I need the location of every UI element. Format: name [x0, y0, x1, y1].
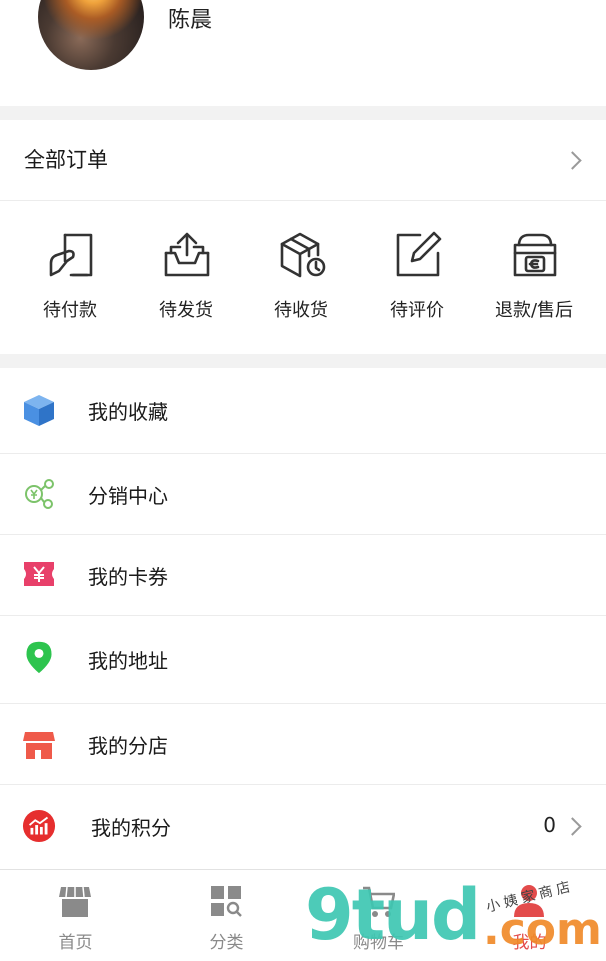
tab-label: 我的	[512, 933, 547, 953]
section-divider	[0, 106, 606, 120]
store-front-icon	[59, 886, 91, 917]
menu-item-coupons[interactable]: 我的卡券	[0, 535, 606, 616]
refund-aftersale-icon	[513, 233, 557, 277]
tab-mine[interactable]: 我的	[454, 870, 605, 961]
status-label: 待收货	[274, 300, 328, 321]
status-pending-shipment[interactable]: 待发货	[128, 201, 244, 354]
tab-label: 分类	[209, 933, 244, 953]
profile-header: 陈晨	[0, 0, 606, 106]
menu-label: 我的收藏	[88, 400, 168, 424]
tab-label: 购物车	[353, 933, 404, 953]
points-value: 0	[543, 813, 556, 837]
user-icon	[514, 885, 544, 917]
tab-category[interactable]: 分类	[151, 870, 302, 961]
status-refund-aftersale[interactable]: 退款/售后	[474, 201, 594, 354]
avatar[interactable]	[38, 0, 144, 70]
location-pin-icon	[26, 641, 52, 674]
ship-pending-icon	[164, 232, 210, 277]
menu-item-branch-store[interactable]: 我的分店	[0, 704, 606, 785]
menu-item-points[interactable]: 我的积分 0	[0, 785, 606, 869]
all-orders-label: 全部订单	[24, 148, 108, 172]
menu-label: 我的卡券	[88, 565, 168, 589]
username: 陈晨	[168, 8, 213, 33]
status-label: 待发货	[159, 300, 213, 321]
chevron-right-icon	[563, 151, 582, 170]
points-chart-icon	[22, 809, 56, 843]
review-pending-icon	[396, 231, 442, 277]
tab-cart[interactable]: 购物车	[303, 870, 454, 961]
favorites-cube-icon	[24, 395, 54, 426]
tab-home[interactable]: 首页	[0, 870, 151, 961]
tab-label: 首页	[58, 933, 93, 953]
menu-item-address[interactable]: 我的地址	[0, 616, 606, 704]
payment-pending-icon	[49, 233, 93, 277]
status-pending-payment[interactable]: 待付款	[12, 201, 128, 354]
status-label: 待付款	[43, 300, 97, 321]
cart-icon	[363, 886, 395, 917]
bottom-tab-bar: 首页 分类 购物车 我的	[0, 869, 606, 961]
menu-label: 我的地址	[88, 649, 168, 673]
category-grid-icon	[211, 886, 242, 917]
order-status-row: 待付款 待发货 待收货 待评价 退款/售后	[0, 201, 606, 354]
menu-item-distribution[interactable]: 分销中心	[0, 454, 606, 535]
distribution-icon	[25, 479, 54, 509]
menu-label: 我的分店	[88, 734, 168, 758]
menu-label: 分销中心	[88, 484, 168, 508]
status-pending-receipt[interactable]: 待收货	[243, 201, 359, 354]
section-divider	[0, 354, 606, 368]
status-label: 退款/售后	[494, 300, 574, 321]
menu-item-favorites[interactable]: 我的收藏	[0, 368, 606, 454]
status-pending-review[interactable]: 待评价	[359, 201, 475, 354]
all-orders-row[interactable]: 全部订单	[0, 120, 606, 201]
receive-pending-icon	[280, 232, 326, 278]
status-label: 待评价	[390, 300, 444, 321]
menu-label: 我的积分	[91, 816, 171, 840]
chevron-right-icon	[563, 817, 582, 836]
coupon-icon	[24, 562, 54, 586]
store-icon	[23, 732, 55, 759]
